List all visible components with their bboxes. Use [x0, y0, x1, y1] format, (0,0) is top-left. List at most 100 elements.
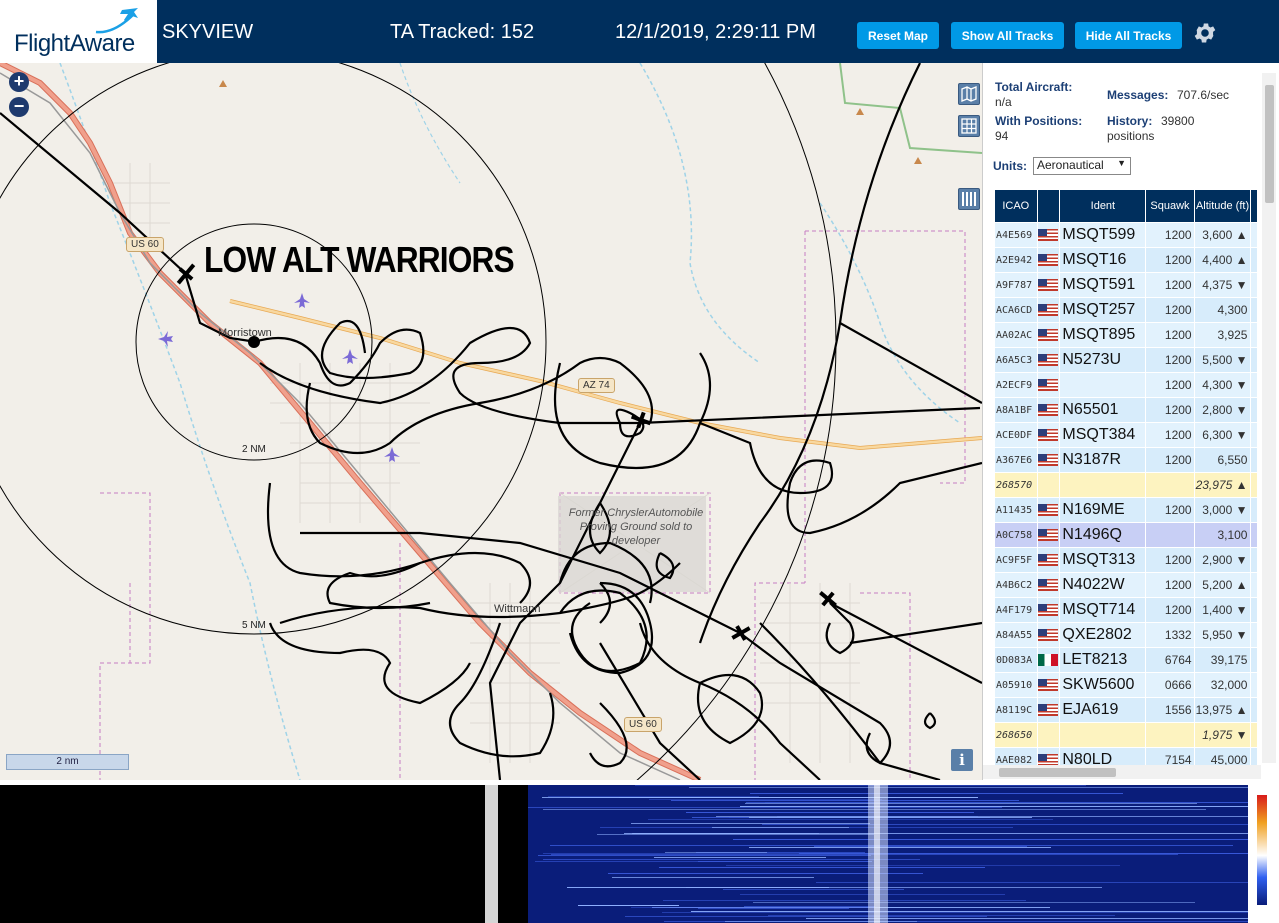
aircraft-row[interactable]: A4F179 MSQT714 1200 1,400 ▼ — [995, 598, 1257, 622]
row-spacer — [1251, 548, 1257, 572]
aircraft-row[interactable]: A6A5C3 N5273U 1200 5,500 ▼ — [995, 348, 1257, 372]
aircraft-row[interactable]: A84A55 QXE2802 1332 5,950 ▼ — [995, 623, 1257, 647]
aircraft-row[interactable]: ACE0DF MSQT384 1200 6,300 ▼ — [995, 423, 1257, 447]
us-flag-icon — [1038, 554, 1059, 567]
aircraft-squawk: 7154 — [1146, 748, 1194, 765]
skyview-app: FlightAware SKYVIEW TA Tracked: 152 12/1… — [0, 0, 1279, 923]
aircraft-row[interactable]: 0D083A LET8213 6764 39,175 — [995, 648, 1257, 672]
history-unit: positions — [1107, 129, 1155, 143]
top-bar: FlightAware SKYVIEW TA Tracked: 152 12/1… — [0, 0, 1279, 63]
aircraft-row[interactable]: 268570 23,975 ▲ — [995, 473, 1257, 497]
map-canvas[interactable]: + − LOW ALT WARRIORS Morristown Wittmann… — [0, 63, 982, 780]
aircraft-icao: A0C758 — [995, 523, 1037, 547]
column-header-extra — [1251, 190, 1257, 222]
aircraft-row[interactable]: A367E6 N3187R 1200 6,550 — [995, 448, 1257, 472]
aircraft-altitude: 45,000 — [1194, 748, 1251, 765]
aircraft-row[interactable]: A2ECF9 1200 4,300 ▼ — [995, 373, 1257, 397]
country-flag-icon — [1037, 273, 1060, 297]
country-flag-icon — [1037, 423, 1060, 447]
panel-divider[interactable] — [485, 785, 498, 923]
row-spacer — [1251, 448, 1257, 472]
aircraft-row[interactable]: AC9F5F MSQT313 1200 2,900 ▼ — [995, 548, 1257, 572]
total-aircraft-value: n/a — [995, 95, 1012, 109]
aircraft-altitude: 2,900 ▼ — [1194, 548, 1251, 572]
aircraft-row[interactable]: A11435 N169ME 1200 3,000 ▼ — [995, 498, 1257, 522]
hide-all-tracks-button[interactable]: Hide All Tracks — [1075, 22, 1182, 49]
aircraft-row[interactable]: A2E942 MSQT16 1200 4,400 ▲ — [995, 248, 1257, 272]
aircraft-row[interactable]: A9F787 MSQT591 1200 4,375 ▼ — [995, 273, 1257, 297]
flight-tracks — [0, 63, 982, 780]
aircraft-altitude: 39,175 — [1194, 648, 1251, 672]
aircraft-row[interactable]: A0C758 N1496Q 3,100 — [995, 523, 1257, 547]
aircraft-row[interactable]: AAE082 N80LD 7154 45,000 — [995, 748, 1257, 765]
column-header-icao[interactable]: ICAO — [995, 190, 1037, 222]
row-spacer — [1251, 323, 1257, 347]
aircraft-altitude: 6,550 — [1194, 448, 1251, 472]
mexico-flag-icon — [1038, 654, 1059, 667]
gear-icon[interactable] — [1192, 20, 1218, 46]
aircraft-ident: MSQT257 — [1060, 298, 1146, 322]
map-layers-icon[interactable] — [958, 83, 980, 105]
with-positions-value: 94 — [995, 129, 1009, 143]
aircraft-row[interactable]: A4E569 MSQT599 1200 3,600 ▲ — [995, 223, 1257, 247]
show-all-tracks-button[interactable]: Show All Tracks — [951, 22, 1064, 49]
aircraft-altitude: 4,300 — [1194, 298, 1251, 322]
aircraft-row[interactable]: A05910 SKW5600 0666 32,000 — [995, 673, 1257, 697]
column-header-ident[interactable]: Ident — [1060, 190, 1146, 222]
row-spacer — [1251, 673, 1257, 697]
waterfall-noise — [528, 785, 1248, 923]
aircraft-icao: AA02AC — [995, 323, 1037, 347]
aircraft-ident — [1060, 473, 1146, 497]
row-spacer — [1251, 648, 1257, 672]
aircraft-squawk: 1200 — [1146, 273, 1194, 297]
with-positions-label: With Positions: — [995, 114, 1083, 128]
aircraft-row[interactable]: 268650 1,975 ▼ — [995, 723, 1257, 747]
aircraft-ident: N1496Q — [1060, 523, 1146, 547]
waterfall-display — [528, 785, 1248, 923]
column-header-squawk[interactable]: Squawk — [1146, 190, 1194, 222]
aircraft-squawk: 1200 — [1146, 298, 1194, 322]
aircraft-ident: N3187R — [1060, 448, 1146, 472]
messages-value: 707.6/sec — [1177, 88, 1230, 102]
aircraft-row[interactable]: A4B6C2 N4022W 1200 5,200 ▲ — [995, 573, 1257, 597]
aircraft-icao: AC9F5F — [995, 548, 1037, 572]
aircraft-row[interactable]: ACA6CD MSQT257 1200 4,300 — [995, 298, 1257, 322]
aircraft-icao: A9F787 — [995, 273, 1037, 297]
aircraft-altitude: 23,975 ▲ — [1194, 473, 1251, 497]
horizontal-scrollbar-thumb[interactable] — [999, 768, 1116, 777]
aircraft-icao: A4F179 — [995, 598, 1037, 622]
aircraft-sidebar: Total Aircraft: n/a With Positions: 94 M… — [982, 63, 1279, 780]
aircraft-altitude: 5,200 ▲ — [1194, 573, 1251, 597]
units-select-value: Aeronautical — [1037, 158, 1104, 172]
place-label-morristown: Morristown — [218, 327, 272, 339]
grid-icon[interactable] — [958, 115, 980, 137]
aircraft-altitude: 5,500 ▼ — [1194, 348, 1251, 372]
aircraft-squawk — [1146, 723, 1194, 747]
aircraft-row[interactable]: A8119C EJA619 1556 13,975 ▲ — [995, 698, 1257, 722]
aircraft-ident: EJA619 — [1060, 698, 1146, 722]
aircraft-row[interactable]: A8A1BF N65501 1200 2,800 ▼ — [995, 398, 1257, 422]
aircraft-altitude: 1,975 ▼ — [1194, 723, 1251, 747]
column-header-flag[interactable] — [1037, 190, 1060, 222]
aircraft-ident: MSQT16 — [1060, 248, 1146, 272]
aircraft-ident: MSQT714 — [1060, 598, 1146, 622]
column-header-altitude[interactable]: Altitude (ft) — [1194, 190, 1251, 222]
row-spacer — [1251, 623, 1257, 647]
dropdown-arrow-icon: ▼ — [1117, 158, 1126, 168]
units-select[interactable]: Aeronautical ▼ — [1033, 157, 1131, 175]
info-button[interactable]: i — [951, 749, 973, 771]
aircraft-altitude: 6,300 ▼ — [1194, 423, 1251, 447]
us-flag-icon — [1038, 679, 1059, 692]
vertical-scrollbar-thumb[interactable] — [1265, 85, 1274, 203]
aircraft-row[interactable]: AA02AC MSQT895 1200 3,925 — [995, 323, 1257, 347]
aircraft-ident: MSQT591 — [1060, 273, 1146, 297]
zoom-out-button[interactable]: − — [9, 97, 29, 117]
columns-icon[interactable] — [958, 188, 980, 210]
reset-map-button[interactable]: Reset Map — [857, 22, 939, 49]
aircraft-altitude: 32,000 — [1194, 673, 1251, 697]
flightaware-logo[interactable]: FlightAware — [0, 0, 157, 63]
zoom-in-button[interactable]: + — [9, 72, 29, 92]
tracked-count: TA Tracked: 152 — [390, 21, 535, 43]
road-label-us60-south: US 60 — [624, 717, 662, 732]
aircraft-table-container[interactable]: ICAO Ident Squawk Altitude (ft) A4E569 MS… — [994, 189, 1258, 765]
